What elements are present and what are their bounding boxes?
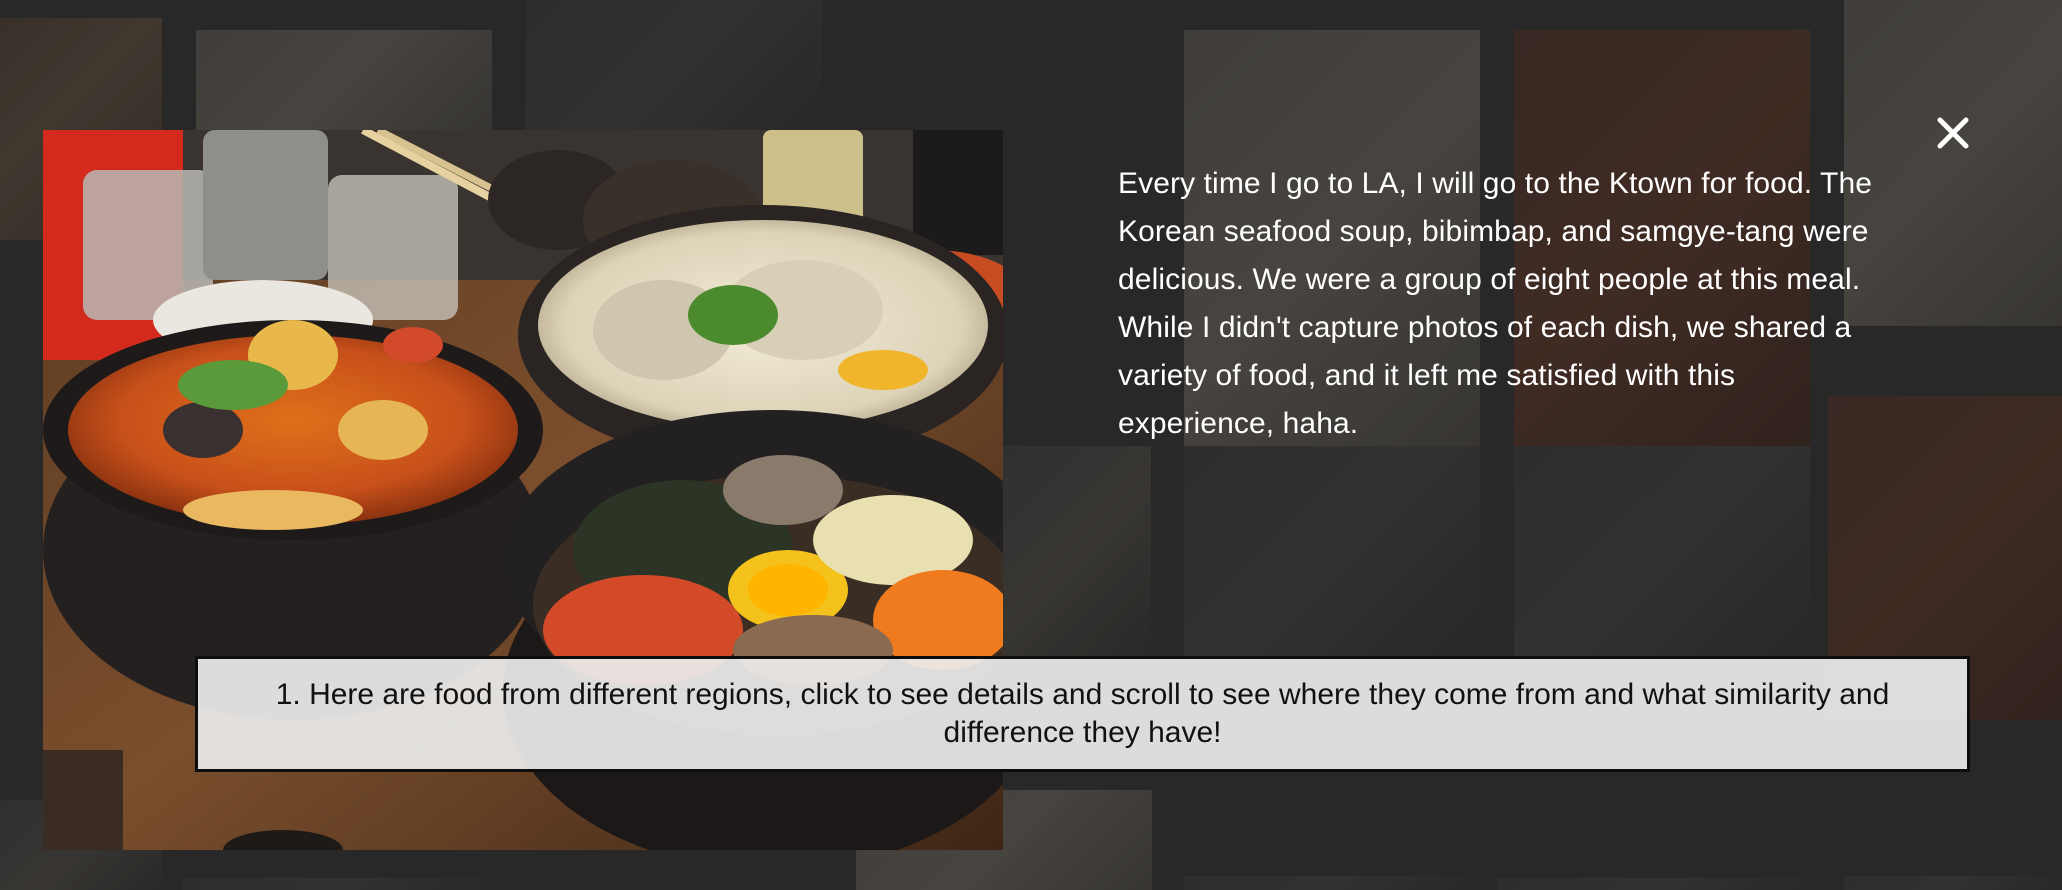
instruction-text: 1. Here are food from different regions,…: [275, 678, 1890, 749]
close-icon-glyph: [1937, 117, 1969, 149]
photo-description: Every time I go to LA, I will go to the …: [1118, 167, 1873, 440]
gallery-page: Every time I go to LA, I will go to the …: [0, 0, 2062, 890]
close-icon[interactable]: [1936, 116, 1970, 150]
instruction-banner: 1. Here are food from different regions,…: [195, 656, 1970, 772]
